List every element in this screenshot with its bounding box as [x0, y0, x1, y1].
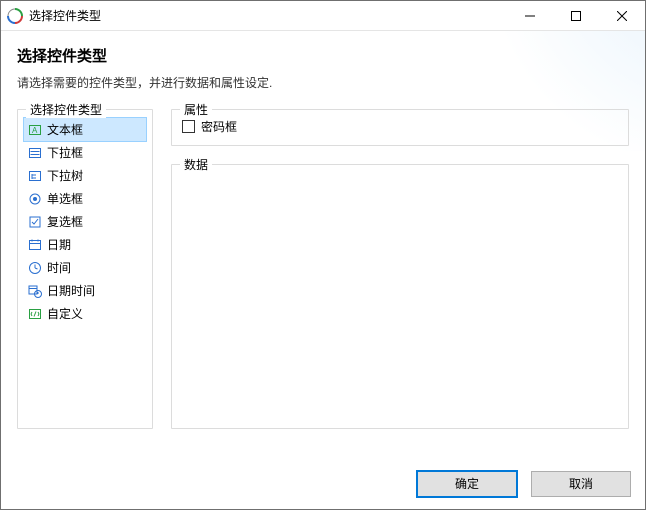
content-area: 选择控件类型 请选择需要的控件类型，并进行数据和属性设定. 选择控件类型 A 文本… [1, 31, 645, 463]
check-icon [28, 215, 42, 229]
data-group: 数据 [171, 164, 629, 429]
radio-icon [28, 192, 42, 206]
window-controls [507, 1, 645, 30]
attributes-group: 属性 密码框 [171, 109, 629, 146]
control-type-legend: 选择控件类型 [26, 101, 106, 118]
app-icon [7, 8, 23, 24]
right-column: 属性 密码框 数据 [171, 109, 629, 429]
page-subheading: 请选择需要的控件类型，并进行数据和属性设定. [17, 74, 629, 91]
window-title: 选择控件类型 [29, 7, 101, 24]
body-row: 选择控件类型 A文本框下拉框下拉树单选框复选框日期时间日期时间自定义 属性 密码… [17, 109, 629, 429]
control-type-item-label: 自定义 [47, 305, 83, 322]
data-legend: 数据 [180, 156, 212, 173]
control-type-item-label: 时间 [47, 259, 71, 276]
control-type-list: A文本框下拉框下拉树单选框复选框日期时间日期时间自定义 [24, 118, 146, 325]
control-type-item[interactable]: 日期 [24, 233, 146, 256]
control-type-item[interactable]: 时间 [24, 256, 146, 279]
cancel-button[interactable]: 取消 [531, 471, 631, 497]
page-heading: 选择控件类型 [17, 45, 629, 66]
control-type-item-label: 文本框 [47, 121, 83, 138]
control-type-group: 选择控件类型 A文本框下拉框下拉树单选框复选框日期时间日期时间自定义 [17, 109, 153, 429]
attributes-legend: 属性 [180, 101, 212, 118]
control-type-item[interactable]: 复选框 [24, 210, 146, 233]
tree-icon [28, 169, 42, 183]
checkbox-box-icon [182, 120, 195, 133]
footer: 确定 取消 [1, 463, 645, 509]
password-checkbox[interactable]: 密码框 [182, 118, 618, 135]
control-type-item[interactable]: A 文本框 [24, 118, 146, 141]
svg-text:A: A [32, 126, 38, 135]
textbox-icon: A [28, 123, 42, 137]
control-type-item-label: 下拉树 [47, 167, 83, 184]
control-type-item[interactable]: 自定义 [24, 302, 146, 325]
password-checkbox-label: 密码框 [201, 118, 237, 135]
dropdown-icon [28, 146, 42, 160]
time-icon [28, 261, 42, 275]
titlebar: 选择控件类型 [1, 1, 645, 31]
control-type-item[interactable]: 单选框 [24, 187, 146, 210]
minimize-button[interactable] [507, 1, 553, 30]
control-type-item[interactable]: 日期时间 [24, 279, 146, 302]
date-icon [28, 238, 42, 252]
control-type-item-label: 日期 [47, 236, 71, 253]
maximize-button[interactable] [553, 1, 599, 30]
control-type-item-label: 日期时间 [47, 282, 95, 299]
close-button[interactable] [599, 1, 645, 30]
control-type-item[interactable]: 下拉树 [24, 164, 146, 187]
ok-button[interactable]: 确定 [417, 471, 517, 497]
control-type-item-label: 复选框 [47, 213, 83, 230]
control-type-item[interactable]: 下拉框 [24, 141, 146, 164]
datetime-icon [28, 284, 42, 298]
control-type-item-label: 下拉框 [47, 144, 83, 161]
control-type-item-label: 单选框 [47, 190, 83, 207]
custom-icon [28, 307, 42, 321]
dialog-window: 选择控件类型 选择控件类型 请选择需要的控件类型，并进行数据和属性设定. 选择控… [0, 0, 646, 510]
